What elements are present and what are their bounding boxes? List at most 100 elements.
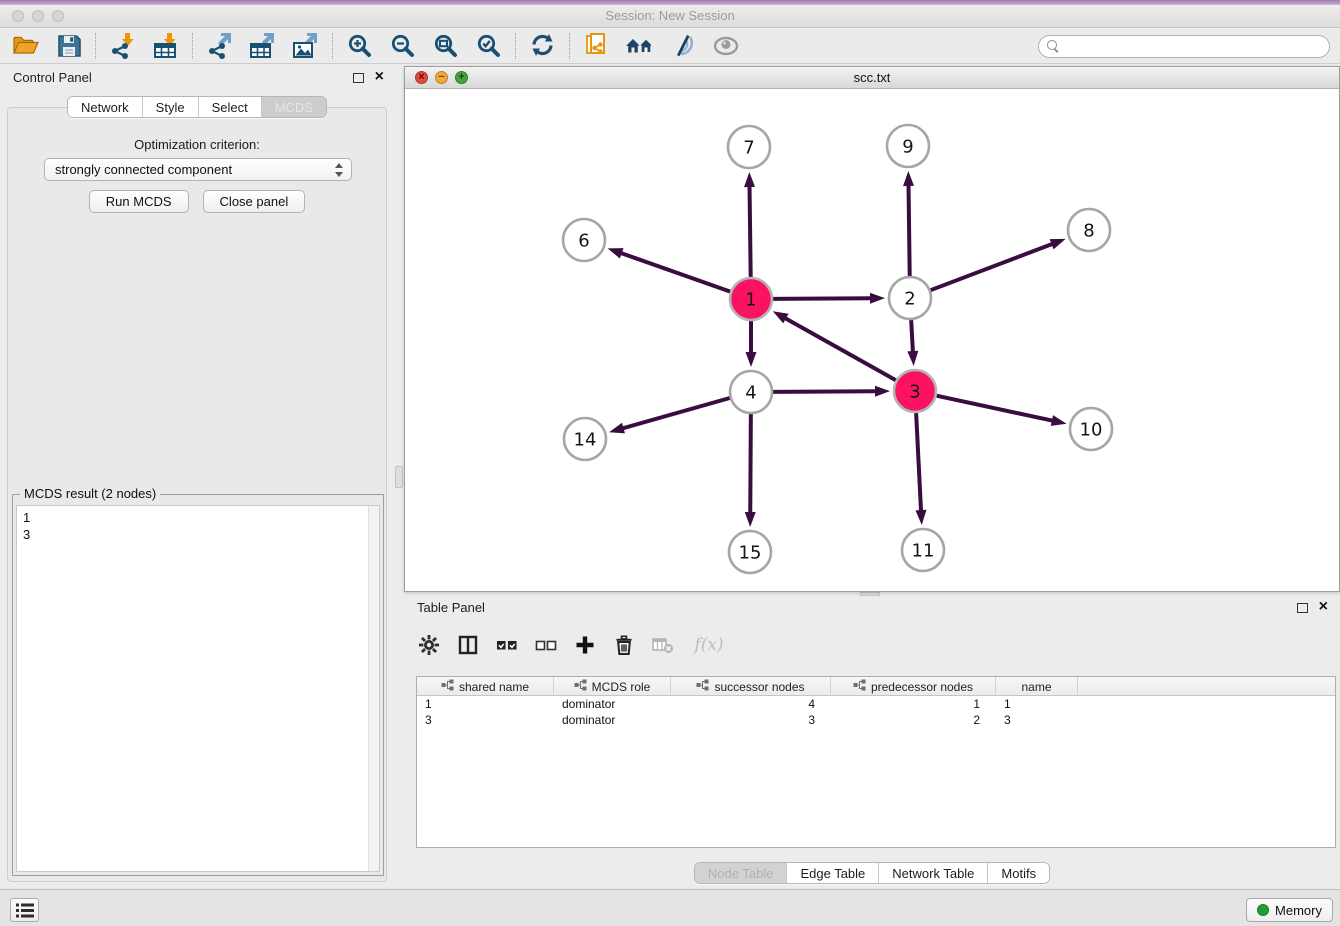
tab-node-table[interactable]: Node Table xyxy=(695,863,787,883)
table-cell[interactable]: 4 xyxy=(671,696,831,712)
close-panel-icon[interactable]: × xyxy=(375,67,384,87)
toggle-graphics-details-button[interactable] xyxy=(661,30,704,62)
open-session-button[interactable] xyxy=(4,30,47,62)
sort-column-icon[interactable] xyxy=(574,679,587,694)
zoom-fit-icon xyxy=(431,31,461,61)
table-cell[interactable]: 1 xyxy=(996,696,1078,712)
float-panel-icon[interactable] xyxy=(353,73,364,83)
search-input[interactable] xyxy=(1060,38,1329,56)
graph-node-label: 8 xyxy=(1083,221,1094,242)
network-canvas[interactable]: 1234678910111415 xyxy=(405,89,1339,591)
home-button[interactable] xyxy=(618,30,661,62)
export-table-button[interactable] xyxy=(241,30,284,62)
table-cell[interactable]: 2 xyxy=(831,712,996,728)
float-panel-icon[interactable] xyxy=(1297,603,1308,613)
graph-edge-4-3[interactable] xyxy=(773,391,877,392)
new-network-from-file-button[interactable] xyxy=(575,30,618,62)
graph-edge-2-9[interactable] xyxy=(909,184,910,276)
zoom-selected-button[interactable] xyxy=(467,30,510,62)
zoom-fit-button[interactable] xyxy=(424,30,467,62)
import-table-button[interactable] xyxy=(144,30,187,62)
tab-edge-table[interactable]: Edge Table xyxy=(786,863,878,883)
run-mcds-button[interactable]: Run MCDS xyxy=(89,190,189,213)
close-panel-icon[interactable]: × xyxy=(1319,597,1328,617)
column-header-shared-name[interactable]: shared name xyxy=(417,677,554,696)
optimization-criterion-label: Optimization criterion: xyxy=(0,137,394,152)
create-column-button[interactable] xyxy=(572,632,598,658)
save-session-button[interactable] xyxy=(47,30,90,62)
network-graph: 1234678910111415 xyxy=(405,89,1339,592)
column-header-name[interactable]: name xyxy=(996,677,1078,696)
toolbar-separator xyxy=(95,33,96,59)
memory-button[interactable]: Memory xyxy=(1246,898,1333,922)
home-icon xyxy=(624,31,656,61)
table-panel-tabs: Node Table Edge Table Network Table Moti… xyxy=(404,862,1340,884)
control-panel-tabs: Network Style Select MCDS xyxy=(0,96,394,118)
column-header-label: predecessor nodes xyxy=(871,680,973,694)
delete-table-button[interactable] xyxy=(650,632,676,658)
optimization-criterion-select[interactable]: strongly connected component xyxy=(44,158,352,181)
columns-icon xyxy=(457,634,479,656)
trash-icon xyxy=(613,634,635,656)
graph-edge-2-3[interactable] xyxy=(911,320,913,353)
table-cell[interactable]: dominator xyxy=(554,712,671,728)
column-visibility-button[interactable] xyxy=(455,632,481,658)
zoom-out-button[interactable] xyxy=(381,30,424,62)
graph-edge-arrowhead xyxy=(1050,239,1066,249)
table-cell[interactable]: 1 xyxy=(831,696,996,712)
table-cell[interactable]: 1 xyxy=(417,696,554,712)
tab-network[interactable]: Network xyxy=(68,97,142,117)
column-header-successor-nodes[interactable]: successor nodes xyxy=(671,677,831,696)
graph-edge-3-10[interactable] xyxy=(937,396,1054,421)
search-field[interactable] xyxy=(1038,35,1330,58)
graph-edge-2-8[interactable] xyxy=(931,243,1054,290)
refresh-icon xyxy=(528,31,558,61)
tab-network-table[interactable]: Network Table xyxy=(878,863,987,883)
deselect-all-rows-button[interactable] xyxy=(533,632,559,658)
task-history-button[interactable] xyxy=(10,898,39,922)
network-window-titlebar[interactable]: × − + scc.txt xyxy=(405,67,1339,89)
zoom-in-button[interactable] xyxy=(338,30,381,62)
select-all-rows-button[interactable] xyxy=(494,632,520,658)
export-image-button[interactable] xyxy=(284,30,327,62)
graph-edge-1-6[interactable] xyxy=(620,253,730,292)
table-row[interactable]: 3dominator323 xyxy=(417,712,1335,728)
export-network-button[interactable] xyxy=(198,30,241,62)
table-cell[interactable]: 3 xyxy=(671,712,831,728)
vertical-split-divider[interactable] xyxy=(394,66,404,889)
graph-edge-4-15[interactable] xyxy=(750,414,751,514)
show-hide-button[interactable] xyxy=(704,30,747,62)
toolbar-separator xyxy=(192,33,193,59)
delete-column-button[interactable] xyxy=(611,632,637,658)
graph-edge-1-7[interactable] xyxy=(750,185,751,277)
mcds-result-text[interactable]: 1 3 xyxy=(16,505,380,872)
tab-mcds[interactable]: MCDS xyxy=(261,97,326,117)
table-row[interactable]: 1dominator411 xyxy=(417,696,1335,712)
graph-edge-3-1[interactable] xyxy=(784,318,896,381)
column-header-MCDS-role[interactable]: MCDS role xyxy=(554,677,671,696)
list-icon xyxy=(15,902,35,919)
tab-style[interactable]: Style xyxy=(142,97,198,117)
refresh-button[interactable] xyxy=(521,30,564,62)
network-view-window: × − + scc.txt 1234678910111415 xyxy=(404,66,1340,592)
table-cell[interactable]: 3 xyxy=(417,712,554,728)
sort-column-icon[interactable] xyxy=(441,679,454,694)
graph-edge-1-2[interactable] xyxy=(773,298,872,299)
function-builder-button[interactable]: f(x) xyxy=(689,632,729,658)
tab-motifs[interactable]: Motifs xyxy=(987,863,1049,883)
graph-edge-4-14[interactable] xyxy=(622,398,730,429)
close-panel-button[interactable]: Close panel xyxy=(203,190,306,213)
sort-column-icon[interactable] xyxy=(853,679,866,694)
export-network-icon xyxy=(205,31,235,61)
table-cell[interactable]: 3 xyxy=(996,712,1078,728)
import-network-button[interactable] xyxy=(101,30,144,62)
sort-column-icon[interactable] xyxy=(696,679,709,694)
result-scrollbar[interactable] xyxy=(368,506,379,871)
divider-grip[interactable] xyxy=(395,466,403,488)
graph-edge-3-11[interactable] xyxy=(916,413,921,512)
column-header-predecessor-nodes[interactable]: predecessor nodes xyxy=(831,677,996,696)
table-cell[interactable]: dominator xyxy=(554,696,671,712)
tab-select[interactable]: Select xyxy=(198,97,261,117)
table-settings-button[interactable] xyxy=(416,632,442,658)
delete-table-icon xyxy=(651,634,675,656)
